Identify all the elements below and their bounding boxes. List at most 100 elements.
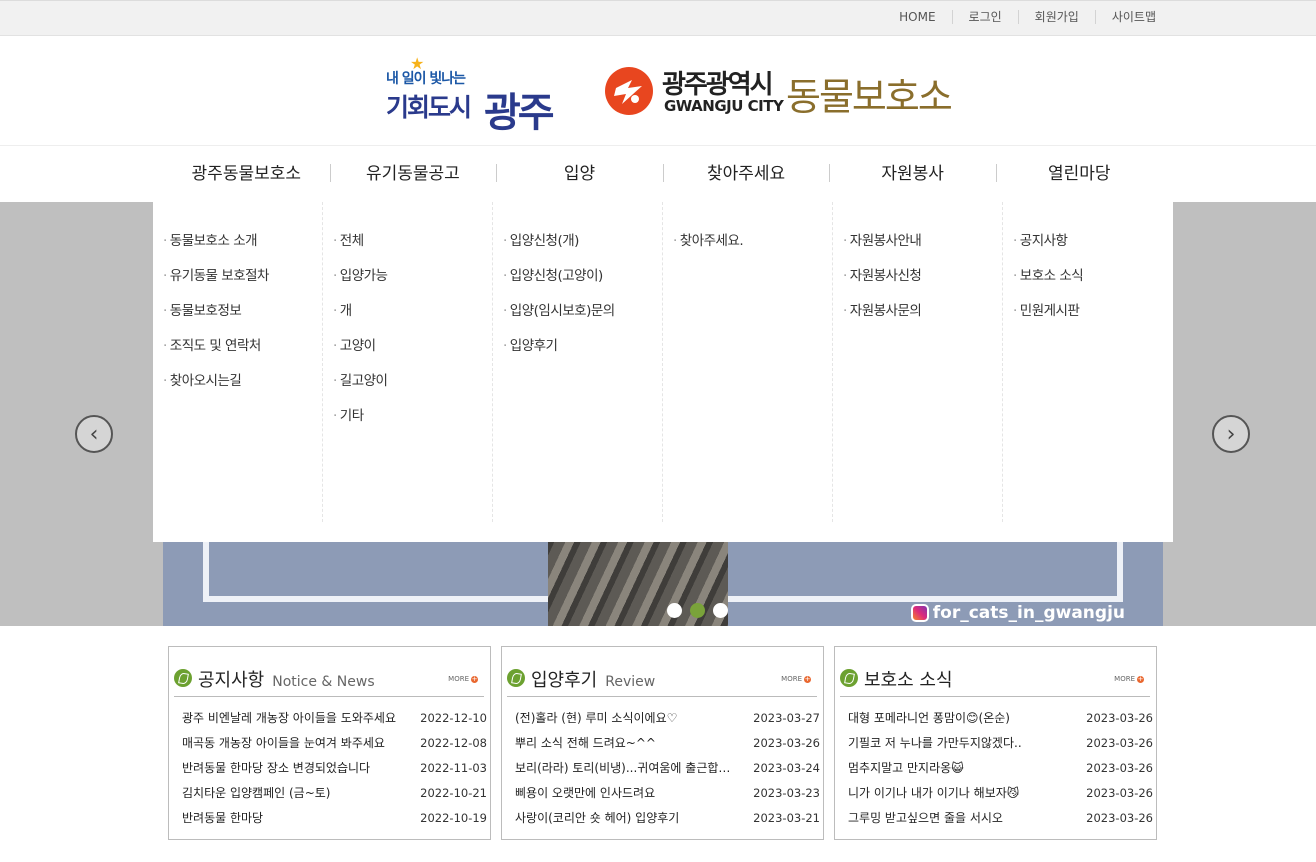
- nav-item-adoption[interactable]: 입양: [496, 147, 663, 201]
- list-item[interactable]: 보리(라라) 토리(비냉)...귀여움에 출근합니다 2023-03-24: [515, 756, 820, 781]
- post-date: 2023-03-26: [1086, 711, 1153, 725]
- mega-menu-item[interactable]: 공지사항: [1013, 224, 1173, 259]
- more-button[interactable]: MORE +: [1114, 675, 1144, 683]
- mega-menu-item[interactable]: 자원봉사안내: [843, 224, 1002, 259]
- post-title[interactable]: (전)홀라 (현) 루미 소식이에요♡: [515, 706, 735, 731]
- post-title[interactable]: 니가 이기나 내가 이기나 해보자😼: [848, 781, 1068, 806]
- list-item[interactable]: 매곡동 개농장 아이들을 눈여겨 봐주세요 2022-12-08: [182, 731, 487, 756]
- post-title[interactable]: 그루밍 받고싶으면 줄을 서시오: [848, 806, 1068, 831]
- mega-menu-item[interactable]: 유기동물 보호절차: [163, 259, 322, 294]
- sitemap-link[interactable]: 사이트맵: [1094, 10, 1156, 24]
- board-title[interactable]: 보호소 소식: [864, 666, 953, 692]
- mega-menu-item[interactable]: 입양신청(고양이): [503, 259, 662, 294]
- post-title[interactable]: 대형 포메라니언 퐁맘이😊(온순): [848, 706, 1068, 731]
- mega-menu-item[interactable]: 동물보호정보: [163, 294, 322, 329]
- more-label: MORE: [448, 675, 469, 683]
- mega-menu-item[interactable]: 입양신청(개): [503, 224, 662, 259]
- more-button[interactable]: MORE +: [781, 675, 811, 683]
- post-title[interactable]: 보리(라라) 토리(비냉)...귀여움에 출근합니다: [515, 756, 735, 781]
- post-title[interactable]: 사랑이(코리안 숏 헤어) 입양후기: [515, 806, 735, 831]
- slider-dot[interactable]: [713, 603, 728, 618]
- nav-item-find[interactable]: 찾아주세요: [662, 147, 830, 201]
- list-item[interactable]: 반려동물 한마당 장소 변경되었습니다 2022-11-03: [182, 756, 487, 781]
- nav-item-shelter[interactable]: 광주동물보호소: [163, 147, 330, 201]
- instagram-handle[interactable]: for_cats_in_gwangju: [910, 603, 1125, 623]
- mega-menu-item[interactable]: 입양후기: [503, 329, 662, 364]
- shelter-news-board: 보호소 소식 MORE + 대형 포메라니언 퐁맘이😊(온순) 2023-03-26 기필…: [834, 646, 1157, 840]
- mega-menu-item[interactable]: 민원게시판: [1013, 294, 1173, 329]
- list-item[interactable]: 사랑이(코리안 숏 헤어) 입양후기 2023-03-21: [515, 806, 820, 831]
- list-item[interactable]: 광주 비엔날레 개농장 아이들을 도와주세요 2022-12-10: [182, 706, 487, 731]
- mega-col-shelter: 동물보호소 소개유기동물 보호절차동물보호정보조직도 및 연락처찾아오시는길: [153, 202, 323, 522]
- leaf-icon: [507, 669, 525, 687]
- instagram-handle-text: for_cats_in_gwangju: [932, 603, 1125, 623]
- post-date: 2022-11-03: [420, 761, 487, 775]
- post-title[interactable]: 기필코 저 누나를 가만두지않겠다..: [848, 731, 1068, 756]
- mega-menu-item[interactable]: 개: [333, 294, 492, 329]
- post-title[interactable]: 삐용이 오랫만에 인사드려요: [515, 781, 735, 806]
- instagram-icon: [910, 604, 929, 622]
- list-item[interactable]: 뿌리 소식 전해 드려요~^^ 2023-03-26: [515, 731, 820, 756]
- post-title[interactable]: 김치타운 입양캠페인 (금~토): [182, 781, 402, 806]
- list-item[interactable]: 김치타운 입양캠페인 (금~토) 2022-10-21: [182, 781, 487, 806]
- home-link[interactable]: HOME: [883, 10, 951, 24]
- list-item[interactable]: (전)홀라 (현) 루미 소식이에요♡ 2023-03-27: [515, 706, 820, 731]
- mega-menu-item[interactable]: 입양가능: [333, 259, 492, 294]
- slider-next-button[interactable]: ›: [1212, 415, 1250, 453]
- login-link[interactable]: 로그인: [951, 10, 1018, 24]
- post-title[interactable]: 매곡동 개농장 아이들을 눈여겨 봐주세요: [182, 731, 402, 756]
- chevron-right-icon: ›: [1226, 421, 1236, 447]
- gwangju-emblem-icon: [605, 67, 653, 115]
- nav-item-community[interactable]: 열린마당: [995, 147, 1163, 201]
- board-list: 대형 포메라니언 퐁맘이😊(온순) 2023-03-26 기필코 저 누나를 가만두…: [848, 706, 1153, 831]
- mega-menu-item[interactable]: 자원봉사신청: [843, 259, 1002, 294]
- list-item[interactable]: 기필코 저 누나를 가만두지않겠다.. 2023-03-26: [848, 731, 1153, 756]
- plus-icon: +: [804, 674, 811, 683]
- list-item[interactable]: 그루밍 받고싶으면 줄을 서시오 2023-03-26: [848, 806, 1153, 831]
- list-item[interactable]: 멈추지말고 만지라옹😺 2023-03-26: [848, 756, 1153, 781]
- mega-menu-item[interactable]: 기타: [333, 399, 492, 434]
- gwangju-city-logo[interactable]: ★ 내 일이 빛나는 기회도시 광주: [386, 52, 571, 136]
- nav-item-volunteer[interactable]: 자원봉사: [829, 147, 996, 201]
- nav-item-lost-animals[interactable]: 유기동물공고: [329, 147, 497, 201]
- mega-col-community: 공지사항보호소 소식민원게시판: [1003, 202, 1173, 522]
- post-date: 2022-10-19: [420, 811, 487, 825]
- post-title[interactable]: 반려동물 한마당 장소 변경되었습니다: [182, 756, 402, 781]
- shelter-city-ko: 광주광역시: [662, 70, 774, 100]
- mega-menu-item[interactable]: 찾아주세요.: [673, 224, 832, 259]
- board-section: 공지사항 Notice & News MORE + 광주 비엔날레 개농장 아이들을 도…: [168, 646, 1158, 840]
- more-button[interactable]: MORE +: [448, 675, 478, 683]
- mega-menu-item[interactable]: 보호소 소식: [1013, 259, 1173, 294]
- shelter-logo[interactable]: 광주광역시 GWANGJU CITY 동물보호소: [604, 64, 964, 120]
- plus-icon: +: [1137, 674, 1144, 683]
- list-item[interactable]: 삐용이 오랫만에 인사드려요 2023-03-23: [515, 781, 820, 806]
- list-item[interactable]: 반려동물 한마당 2022-10-19: [182, 806, 487, 831]
- board-title[interactable]: 입양후기 Review: [531, 666, 655, 692]
- post-date: 2023-03-21: [753, 811, 820, 825]
- mega-menu-item[interactable]: 찾아오시는길: [163, 364, 322, 399]
- list-item[interactable]: 니가 이기나 내가 이기나 해보자😼 2023-03-26: [848, 781, 1153, 806]
- mega-menu-item[interactable]: 자원봉사문의: [843, 294, 1002, 329]
- more-label: MORE: [1114, 675, 1135, 683]
- mega-menu-item[interactable]: 동물보호소 소개: [163, 224, 322, 259]
- slider-dot[interactable]: [690, 603, 705, 618]
- mega-menu-item[interactable]: 조직도 및 연락처: [163, 329, 322, 364]
- more-label: MORE: [781, 675, 802, 683]
- mega-menu-item[interactable]: 길고양이: [333, 364, 492, 399]
- board-title-text: 공지사항: [198, 670, 265, 691]
- post-title[interactable]: 멈추지말고 만지라옹😺: [848, 756, 1068, 781]
- post-title[interactable]: 반려동물 한마당: [182, 806, 402, 831]
- mega-menu-item[interactable]: 입양(임시보호)문의: [503, 294, 662, 329]
- post-title[interactable]: 뿌리 소식 전해 드려요~^^: [515, 731, 735, 756]
- shelter-name: 동물보호소: [786, 75, 953, 119]
- signup-link[interactable]: 회원가입: [1017, 10, 1095, 24]
- post-title[interactable]: 광주 비엔날레 개농장 아이들을 도와주세요: [182, 706, 402, 731]
- mega-menu-item[interactable]: 고양이: [333, 329, 492, 364]
- list-item[interactable]: 대형 포메라니언 퐁맘이😊(온순) 2023-03-26: [848, 706, 1153, 731]
- slider-dot[interactable]: [667, 603, 682, 618]
- mega-menu-item[interactable]: 전체: [333, 224, 492, 259]
- board-title[interactable]: 공지사항 Notice & News: [198, 666, 375, 692]
- slider-prev-button[interactable]: ‹: [75, 415, 113, 453]
- header-logos: ★ 내 일이 빛나는 기회도시 광주 광주광역시 GWANGJU CITY 동물…: [0, 36, 1316, 146]
- post-date: 2022-12-08: [420, 736, 487, 750]
